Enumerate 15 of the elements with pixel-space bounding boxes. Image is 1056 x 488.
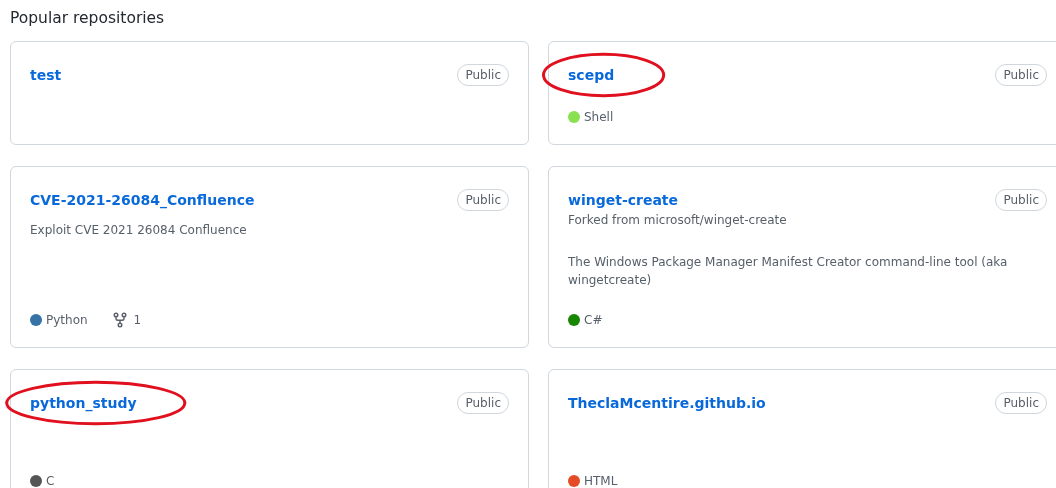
- language-name: Shell: [584, 109, 614, 126]
- language-name: Python: [46, 312, 88, 329]
- fork-count-link[interactable]: 1: [111, 311, 142, 329]
- forked-from-text: Forked from microsoft/winget-create: [568, 212, 788, 229]
- repo-link[interactable]: CVE-2021-26084_Confluence: [30, 192, 255, 208]
- repo-description: The Windows Package Manager Manifest Creator command-line tool (aka wingetcreate): [568, 254, 1009, 289]
- repo-link[interactable]: winget-create: [568, 192, 679, 208]
- repo-link[interactable]: TheclaMcentire.github.io: [568, 395, 766, 411]
- language-name: C#: [584, 312, 603, 329]
- repo-link[interactable]: scepd: [568, 67, 615, 83]
- repo-description: Exploit CVE 2021 26084 Confluence: [30, 222, 248, 239]
- language-name: HTML: [584, 473, 618, 488]
- repo-link[interactable]: test: [30, 67, 62, 83]
- section-heading: Popular repositories: [10, 8, 166, 29]
- language-name: C: [46, 473, 55, 488]
